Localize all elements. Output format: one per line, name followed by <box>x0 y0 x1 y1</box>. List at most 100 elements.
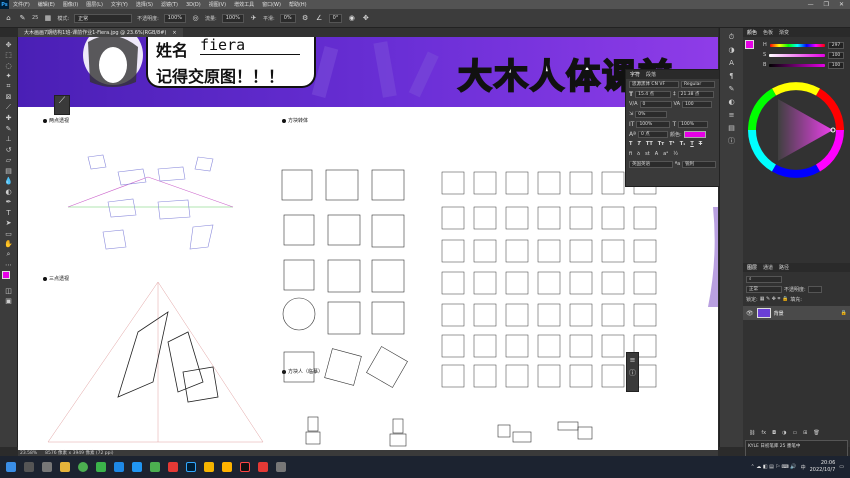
link-icon[interactable]: ⛓ <box>749 430 755 436</box>
brush-settings-icon[interactable]: ▦ <box>43 14 52 23</box>
menu-type[interactable]: 文字(Y) <box>107 1 132 8</box>
font-style-select[interactable]: Regular <box>681 80 715 88</box>
color-panel-foreground[interactable] <box>745 40 754 49</box>
menu-select[interactable]: 选择(S) <box>132 1 157 8</box>
kerning-input[interactable]: 0 <box>639 100 672 108</box>
blur-icon[interactable]: 💧 <box>3 177 15 187</box>
brush-tool-icon[interactable]: ✎ <box>18 14 27 23</box>
color-panel-swatches[interactable] <box>745 40 759 54</box>
menu-edit[interactable]: 编辑(E) <box>34 1 59 8</box>
close-icon[interactable]: ✕ <box>839 1 844 8</box>
lasso-tool-icon[interactable]: ◌ <box>3 61 15 71</box>
menu-help[interactable]: 帮助(H) <box>285 1 311 8</box>
all-caps-button[interactable]: TT <box>646 141 653 147</box>
healing-brush-icon[interactable]: ✚ <box>3 114 15 124</box>
properties-icon[interactable]: ≡ <box>726 110 738 120</box>
libraries-icon[interactable]: ▤ <box>726 123 738 133</box>
scale-input[interactable]: 0% <box>635 110 668 118</box>
font-size-input[interactable]: 15.4 点 <box>635 90 672 98</box>
pen-tool-icon[interactable]: ✒ <box>3 198 15 208</box>
search-icon[interactable] <box>24 462 34 472</box>
netease-icon[interactable] <box>168 462 178 472</box>
path-select-icon[interactable]: ➤ <box>3 219 15 229</box>
adjustment-layer-icon[interactable]: ◑ <box>782 430 786 436</box>
layer-opacity-input[interactable] <box>807 285 822 293</box>
clock[interactable]: 20:06 2022/10/7 <box>810 460 836 474</box>
qq-icon[interactable] <box>114 462 124 472</box>
brush-tool-icon[interactable]: ✎ <box>3 124 15 134</box>
folder-icon[interactable] <box>222 462 232 472</box>
menu-window[interactable]: 窗口(W) <box>258 1 285 8</box>
home-icon[interactable]: ⌂ <box>4 14 13 23</box>
type-tool-icon[interactable]: T <box>3 208 15 218</box>
marquee-tool-icon[interactable]: ⬚ <box>3 51 15 61</box>
visibility-eye-icon[interactable]: 👁 <box>746 310 754 317</box>
tab-paths[interactable]: 路径 <box>779 264 789 271</box>
color-swatches[interactable] <box>1 271 16 285</box>
paragraph-icon[interactable]: ¶ <box>726 71 738 81</box>
underline-button[interactable]: T <box>690 141 693 147</box>
tray-icons[interactable]: ⌃ ☁ ◧ ▤ ⚐ ⌨ 🔊 <box>751 464 797 470</box>
flow-input[interactable]: 100% <box>221 13 245 23</box>
hscale-input[interactable]: 100% <box>678 120 709 128</box>
frame-tool-icon[interactable]: ⊠ <box>3 93 15 103</box>
ordinal-button[interactable]: aᵃ <box>663 151 668 157</box>
text-color-swatch[interactable] <box>683 130 706 138</box>
brushes-icon[interactable]: ✎ <box>726 84 738 94</box>
clone-stamp-icon[interactable]: ⊥ <box>3 135 15 145</box>
mode-select[interactable]: 正常 <box>74 13 133 23</box>
superscript-button[interactable]: T¹ <box>669 141 675 147</box>
brightness-input[interactable]: 100 <box>828 61 844 69</box>
vscale-input[interactable]: 100% <box>636 120 671 128</box>
canvas[interactable]: 大木人体课前 姓名 fiera 记得交原图！！！ 两点透视 三点透视 方块转体 … <box>18 37 718 450</box>
baseline-input[interactable]: 0 点 <box>637 130 668 138</box>
eyedropper-icon[interactable]: ⟋ <box>3 103 15 113</box>
smooth-input[interactable]: 0% <box>279 13 296 23</box>
info-icon[interactable]: ⓘ <box>629 368 636 378</box>
adjustments-icon[interactable]: ◐ <box>726 97 738 107</box>
mask-icon[interactable]: ◘ <box>772 430 776 436</box>
layer-row-background[interactable]: 👁 背景 🔒 <box>743 306 850 320</box>
hue-slider[interactable] <box>769 43 825 47</box>
font-family-select[interactable]: 思源黑体 CN VF <box>629 80 679 88</box>
dodge-icon[interactable]: ◐ <box>3 187 15 197</box>
new-layer-icon[interactable]: ⊞ <box>803 430 807 436</box>
brightness-slider[interactable] <box>769 63 825 67</box>
gradient-icon[interactable]: ▤ <box>3 166 15 176</box>
subscript-button[interactable]: T₁ <box>680 141 686 147</box>
ligature-button[interactable]: fi <box>629 151 632 157</box>
menu-filter[interactable]: 滤镜(T) <box>157 1 182 8</box>
minimize-icon[interactable]: — <box>808 1 814 8</box>
chrome-icon[interactable] <box>78 462 88 472</box>
wechat-icon[interactable] <box>96 462 106 472</box>
swash-button[interactable]: ꝺ <box>637 151 640 157</box>
floating-brush-preview[interactable]: ⟋ <box>54 95 70 115</box>
stylistic-button[interactable]: st <box>645 151 650 157</box>
saturation-input[interactable]: 100 <box>828 51 844 59</box>
document-tab[interactable]: 大木画画7期结构1班-课前作业1-Fiera.jpg @ 23.6%(RGB/8… <box>18 28 183 37</box>
move-tool-icon[interactable]: ✥ <box>3 40 15 50</box>
antialias-select[interactable]: 锐利 <box>682 160 716 168</box>
task-view-icon[interactable] <box>42 462 52 472</box>
strikethrough-button[interactable]: T <box>699 141 702 147</box>
adjust-icon[interactable]: ≡ <box>630 356 636 364</box>
titling-button[interactable]: A <box>655 151 658 157</box>
crop-tool-icon[interactable]: ⌗ <box>3 82 15 92</box>
wps-icon[interactable] <box>258 462 268 472</box>
pressure-opacity-icon[interactable]: ◎ <box>191 14 200 23</box>
menu-3d[interactable]: 3D(D) <box>182 2 205 8</box>
angle-input[interactable]: 0° <box>328 13 343 23</box>
symmetry-icon[interactable]: ✥ <box>361 14 370 23</box>
history-icon[interactable]: ⏱ <box>726 32 738 42</box>
chat-app-icon[interactable] <box>150 462 160 472</box>
blend-mode-select[interactable]: 正常 <box>746 285 782 293</box>
airbrush-icon[interactable]: ✈ <box>249 14 258 23</box>
layer-filter-select[interactable]: ⌕ <box>746 275 782 283</box>
photoshop-taskbar-icon[interactable] <box>186 462 196 472</box>
hand-tool-icon[interactable]: ✋ <box>3 240 15 250</box>
pressure-size-icon[interactable]: ◉ <box>347 14 356 23</box>
zoom-tool-icon[interactable]: ⌕ <box>3 250 15 260</box>
more-tools-icon[interactable]: ⋯ <box>3 261 15 271</box>
brush-size[interactable]: 25 <box>32 15 38 21</box>
eraser-icon[interactable]: ▱ <box>3 156 15 166</box>
